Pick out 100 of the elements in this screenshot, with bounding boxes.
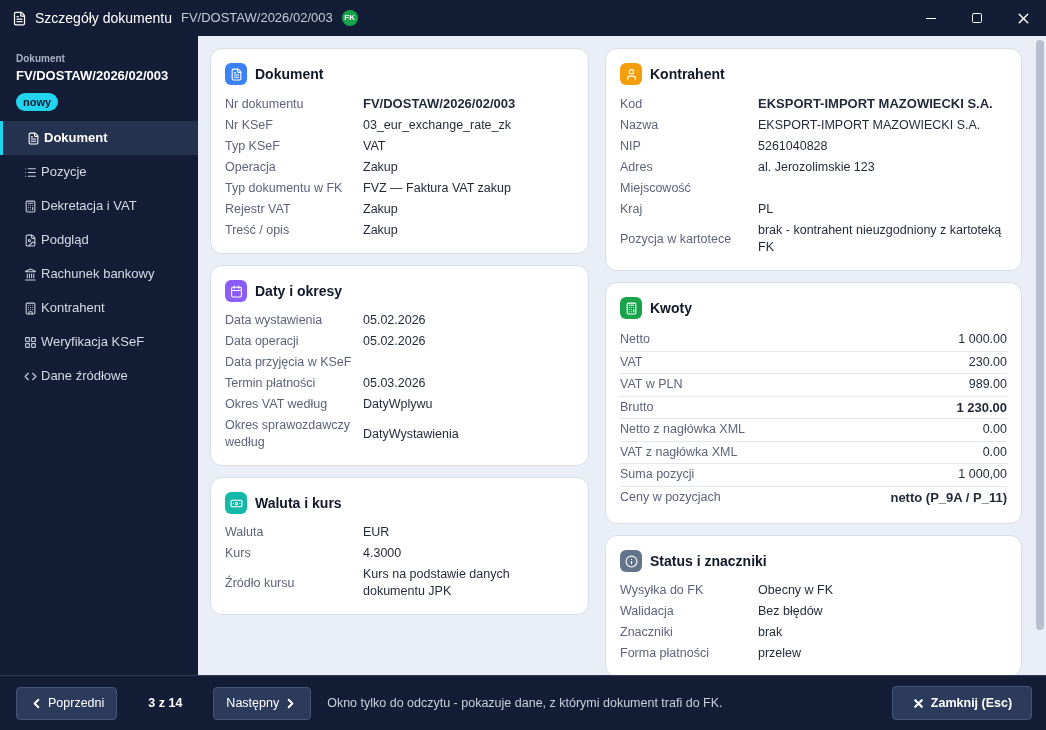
field-label: Kraj [620, 201, 644, 218]
field-label: Źródło kursu [225, 574, 296, 592]
document-number: FV/DOSTAW/2026/02/003 [16, 67, 169, 85]
field-label: Operacja [225, 159, 277, 176]
sidebar-item[interactable]: Weryfikacja KSeF [0, 325, 198, 359]
sidebar-item[interactable]: Dekretacja i VAT [0, 189, 198, 223]
amount-value: netto (P_9A / P_11) [890, 489, 1007, 507]
sidebar-item[interactable]: Podgląd [0, 223, 198, 257]
field-value: VAT [363, 139, 386, 153]
amount-value: 0.00 [982, 443, 1007, 461]
amount-label: Netto [620, 331, 650, 349]
field-label: Nr dokumentu [225, 95, 305, 113]
read-only-note: Okno tylko do odczytu - pokazuje dane, z którymi dokument trafi do FK. [327, 694, 723, 712]
next-button[interactable]: Następny [213, 686, 312, 720]
document-icon [12, 10, 27, 26]
field-label: Adres [620, 159, 654, 176]
status-badge: nowy [16, 92, 59, 111]
field-value: 05.03.2026 [363, 376, 426, 390]
close-icon [911, 696, 925, 710]
card-title: Daty i okresy [255, 281, 343, 301]
field-label: Walidacja [620, 603, 675, 620]
list-icon [24, 165, 37, 179]
field-label: Forma płatności [620, 645, 710, 662]
card-title: Kontrahent [650, 64, 725, 84]
field-label: Typ dokumentu w FK [225, 180, 344, 197]
amount-value: 1 230.00 [956, 398, 1007, 417]
amount-value: 0.00 [982, 421, 1007, 439]
sidebar-item[interactable]: Dane źródłowe [0, 359, 198, 393]
field-label: Wysyłka do FK [620, 582, 705, 599]
field-label: Data operacji [225, 333, 300, 350]
field-label: Nazwa [620, 117, 660, 134]
field-label: Pozycja w kartotece [620, 230, 733, 248]
field-value: Zakup [363, 202, 398, 216]
field-value: EKSPORT-IMPORT MAZOWIECKI S.A. [758, 118, 981, 132]
field-value: brak - kontrahent nieuzgodniony z kartoteką FK [758, 223, 1002, 254]
field-value: 03_eur_exchange_rate_zk [363, 118, 512, 132]
building-icon [24, 301, 37, 315]
field-value: EKSPORT-IMPORT MAZOWIECKI S.A. [758, 96, 993, 111]
card-title: Kwoty [650, 298, 692, 318]
close-dialog-button[interactable]: Zamknij (Esc) [892, 686, 1032, 720]
field-value: al. Jerozolimskie 123 [758, 160, 875, 174]
sidebar-item[interactable]: Kontrahent [0, 291, 198, 325]
amount-label: VAT [620, 353, 643, 371]
sidebar-caption: Dokument [16, 52, 65, 66]
field-label: Miejscowość [620, 180, 692, 197]
field-label: Data wystawienia [225, 312, 324, 329]
amount-value: 1 000,00 [958, 466, 1007, 484]
calculator-icon [24, 199, 37, 213]
grid-icon [24, 335, 37, 349]
field-value: Kurs na podstawie danych dokumentu JPK [363, 567, 510, 598]
field-label: Nr KSeF [225, 117, 274, 134]
amount-value: 230.00 [968, 353, 1007, 371]
field-value: EUR [363, 525, 390, 539]
field-label: Okres sprawozdawczy według [225, 417, 352, 451]
field-value: brak [758, 625, 783, 639]
amount-label: Netto z nagłówka XML [620, 421, 746, 439]
card-title: Dokument [255, 64, 324, 84]
document-icon [27, 131, 40, 145]
sidebar-item[interactable]: Pozycje [0, 155, 198, 189]
amount-label: Suma pozycji [620, 466, 695, 484]
amount-value: 1 000.00 [958, 331, 1007, 349]
image-file-icon [24, 233, 37, 247]
field-value: Bez błędów [758, 604, 823, 618]
bank-icon [24, 267, 37, 281]
field-value: 5261040828 [758, 139, 828, 153]
field-value: FV/DOSTAW/2026/02/003 [363, 96, 516, 111]
field-label: Data przyjęcia w KSeF [225, 354, 353, 371]
field-label: Znaczniki [620, 624, 674, 641]
field-label: Kod [620, 95, 644, 113]
card-title: Status i znaczniki [650, 551, 767, 571]
field-label: Waluta [225, 524, 265, 541]
field-label: Kurs [225, 545, 252, 562]
field-label: Treść / opis [225, 222, 291, 239]
field-label: Termin płatności [225, 375, 317, 392]
fk-badge: FK [341, 10, 358, 26]
window-subtitle: FV/DOSTAW/2026/02/003 [180, 9, 333, 28]
field-label: NIP [620, 138, 642, 155]
amount-label: Brutto [620, 398, 654, 416]
field-value: PL [758, 202, 774, 216]
field-value: Obecny w FK [758, 583, 834, 597]
field-value: 4.3000 [363, 546, 402, 560]
minimize-icon [926, 17, 936, 19]
field-value: Zakup [363, 160, 398, 174]
field-label: Okres VAT według [225, 396, 329, 413]
sidebar-item[interactable]: Dokument [0, 121, 198, 155]
maximize-icon [971, 12, 983, 24]
sidebar-item[interactable]: Rachunek bankowy [0, 257, 198, 291]
window-title: Szczegóły dokumentu [35, 8, 172, 28]
amount-label: Ceny w pozycjach [620, 489, 721, 507]
field-value: DatyWystawienia [363, 426, 459, 441]
amount-label: VAT z nagłówka XML [620, 443, 738, 461]
field-value: FVZ — Faktura VAT zakup [363, 181, 511, 195]
previous-button[interactable]: Poprzedni [16, 686, 118, 720]
field-value: przelew [758, 646, 802, 660]
field-label: Typ KSeF [225, 138, 281, 155]
amount-value: 989.00 [968, 376, 1007, 394]
field-value: Zakup [363, 223, 398, 237]
amount-label: VAT w PLN [620, 376, 683, 394]
field-value: 05.02.2026 [363, 334, 426, 348]
field-label: Rejestr VAT [225, 201, 292, 218]
